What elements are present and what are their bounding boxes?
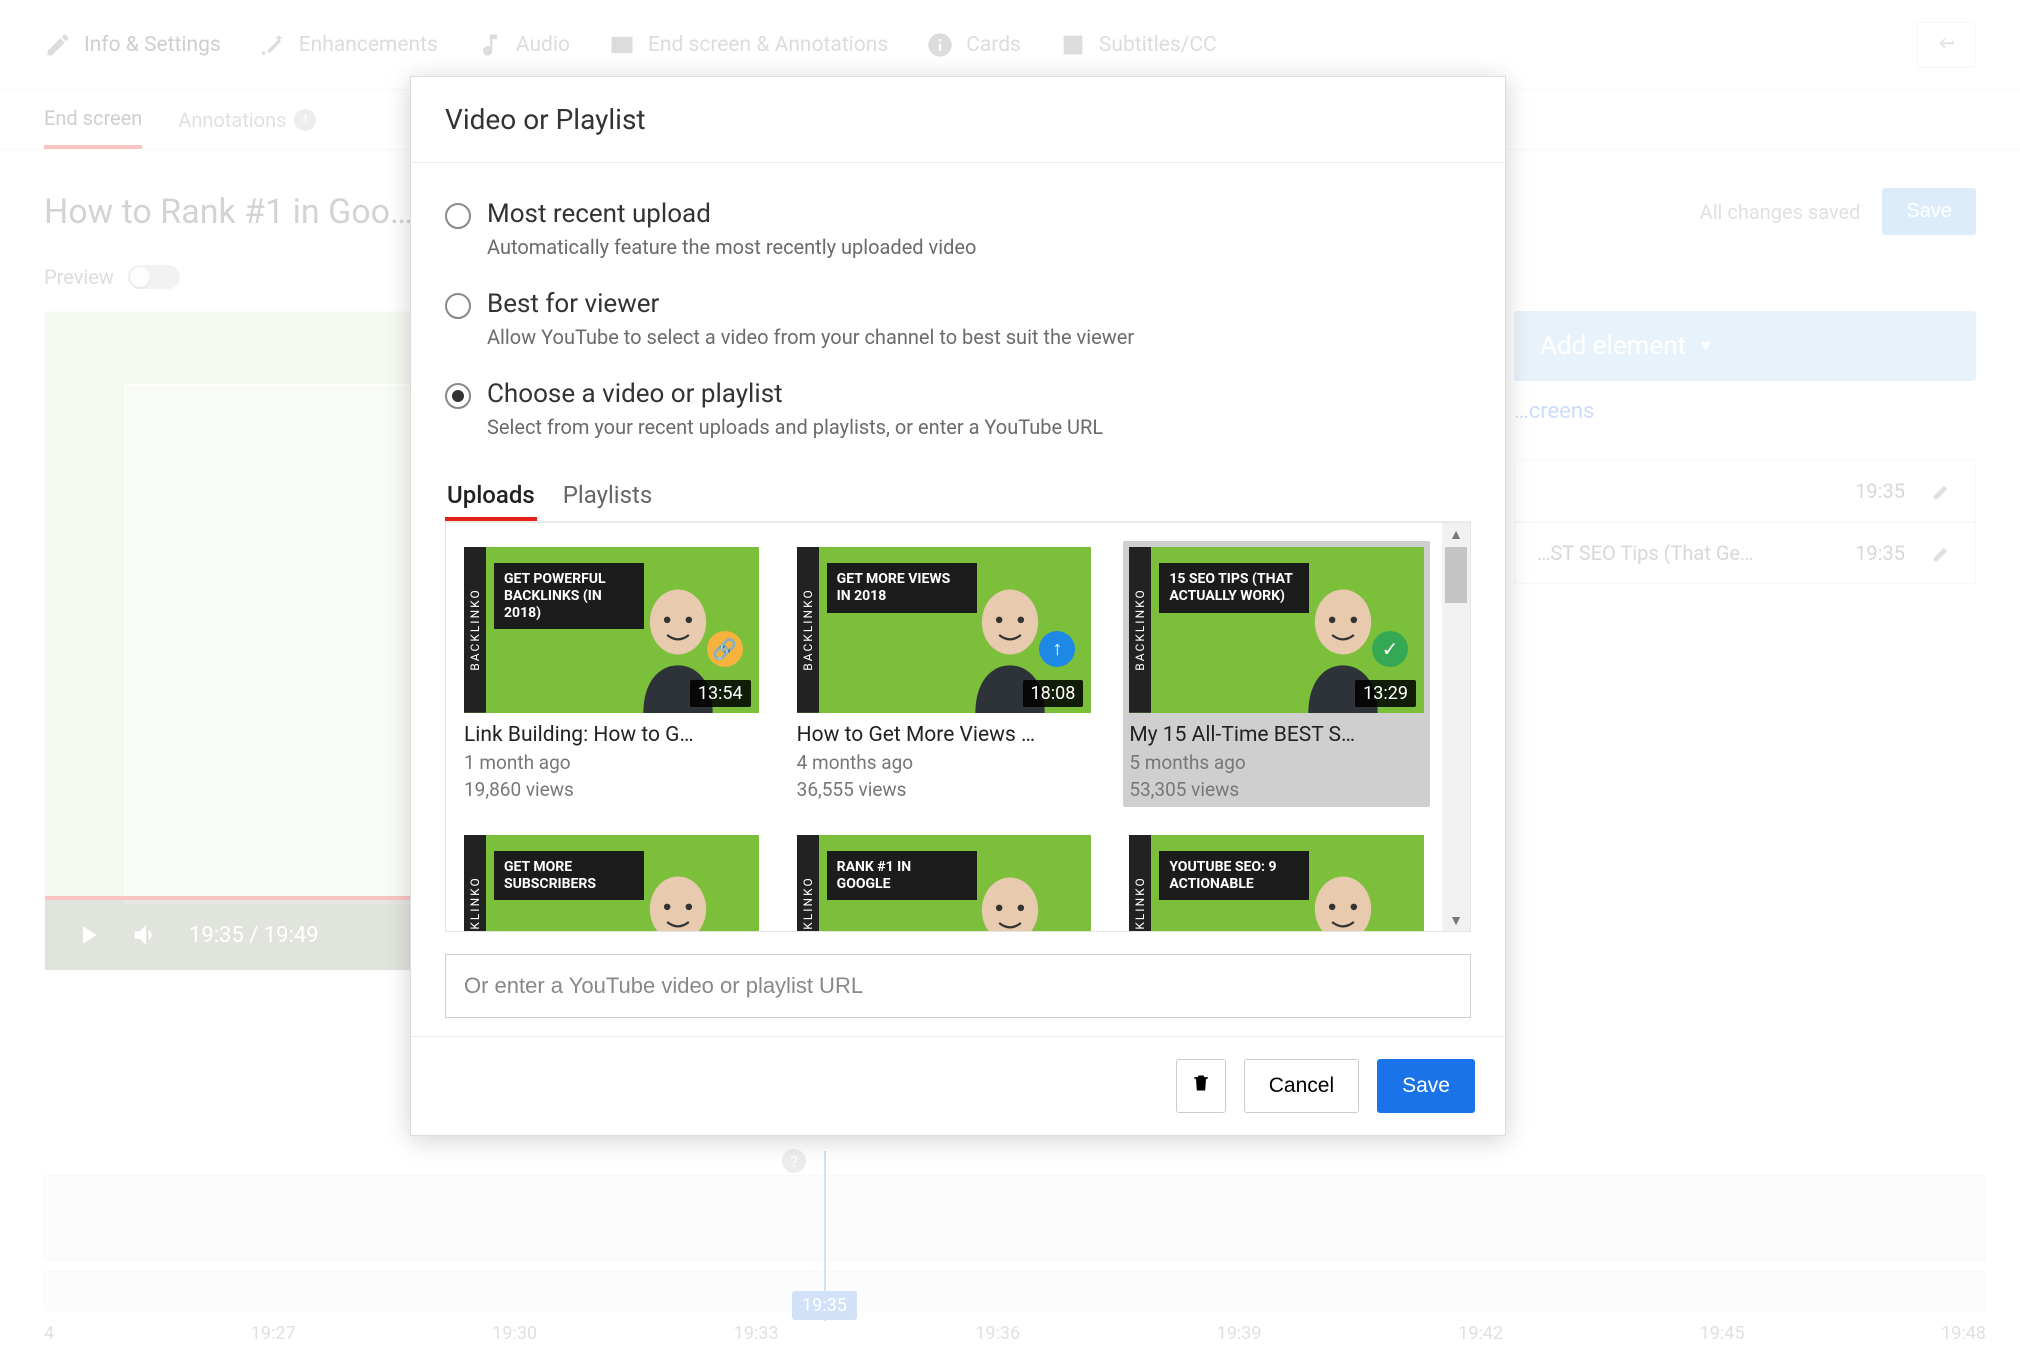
video-title: Link Building: How to G… — [464, 723, 759, 747]
video-views: 53,305 views — [1129, 778, 1424, 801]
video-title: My 15 All-Time BEST S… — [1129, 723, 1424, 747]
thumb-plaque-text: RANK #1 IN GOOGLE — [827, 851, 977, 901]
brand-stripe: BACKLINKO — [797, 835, 819, 931]
video-grid[interactable]: BACKLINKO GET POWERFUL BACKLINKS (IN 2018… — [446, 523, 1440, 931]
video-thumbnail: BACKLINKO GET MORE SUBSCRIBERS — [464, 835, 759, 931]
video-thumbnail: BACKLINKO YOUTUBE SEO: 9 ACTIONABLE — [1129, 835, 1424, 931]
option-subtitle: Automatically feature the most recently … — [487, 235, 976, 259]
brand-stripe: BACKLINKO — [797, 547, 819, 713]
modal-title: Video or Playlist — [411, 77, 1505, 163]
cancel-button[interactable]: Cancel — [1244, 1059, 1359, 1113]
radio-icon[interactable] — [445, 383, 471, 409]
modal-tab-playlists[interactable]: Playlists — [561, 473, 655, 521]
option-best-for-viewer[interactable]: Best for viewer Allow YouTube to select … — [445, 279, 1471, 369]
video-age: 1 month ago — [464, 751, 759, 774]
thumb-badge-icon: ↑ — [1039, 631, 1075, 667]
video-age: 5 months ago — [1129, 751, 1424, 774]
video-card[interactable]: BACKLINKO GET MORE VIEWS IN 2018 ↑ 18:08 How… — [791, 541, 1098, 807]
thumb-plaque-text: GET MORE VIEWS IN 2018 — [827, 563, 977, 613]
person-illustration — [955, 871, 1065, 932]
modal-footer: Cancel Save — [411, 1036, 1505, 1135]
video-card[interactable]: BACKLINKO GET MORE SUBSCRIBERS — [458, 829, 765, 931]
video-card[interactable]: BACKLINKO RANK #1 IN GOOGLE — [791, 829, 1098, 931]
brand-stripe: BACKLINKO — [1129, 835, 1151, 931]
video-age: 4 months ago — [797, 751, 1092, 774]
video-playlist-modal: Video or Playlist Most recent upload Aut… — [410, 76, 1506, 1136]
video-thumbnail: BACKLINKO 15 SEO TIPS (THAT ACTUALLY WORK… — [1129, 547, 1424, 713]
url-input[interactable] — [445, 954, 1471, 1018]
video-card[interactable]: BACKLINKO YOUTUBE SEO: 9 ACTIONABLE — [1123, 829, 1430, 931]
brand-stripe: BACKLINKO — [464, 547, 486, 713]
scroll-thumb[interactable] — [1445, 547, 1467, 603]
option-most-recent[interactable]: Most recent upload Automatically feature… — [445, 189, 1471, 279]
option-choose-video[interactable]: Choose a video or playlist Select from y… — [445, 369, 1471, 459]
option-title: Choose a video or playlist — [487, 379, 1103, 409]
thumb-badge-icon: ✓ — [1372, 631, 1408, 667]
thumb-plaque-text: GET MORE SUBSCRIBERS — [494, 851, 644, 901]
modal-tabs: Uploads Playlists — [445, 473, 1471, 522]
video-card[interactable]: BACKLINKO 15 SEO TIPS (THAT ACTUALLY WORK… — [1123, 541, 1430, 807]
modal-tab-uploads[interactable]: Uploads — [445, 473, 537, 521]
video-thumbnail: BACKLINKO RANK #1 IN GOOGLE — [797, 835, 1092, 931]
duration-badge: 18:08 — [1023, 680, 1084, 707]
video-title: How to Get More Views … — [797, 723, 1092, 747]
scroll-down-icon[interactable]: ▼ — [1442, 909, 1470, 931]
scroll-up-icon[interactable]: ▲ — [1442, 523, 1470, 545]
thumb-plaque-text: YOUTUBE SEO: 9 ACTIONABLE — [1159, 851, 1309, 901]
delete-button[interactable] — [1176, 1059, 1226, 1113]
duration-badge: 13:54 — [690, 680, 751, 707]
video-thumbnail: BACKLINKO GET MORE VIEWS IN 2018 ↑ 18:08 — [797, 547, 1092, 713]
video-grid-container: BACKLINKO GET POWERFUL BACKLINKS (IN 2018… — [445, 522, 1471, 932]
person-illustration — [623, 870, 733, 931]
thumb-plaque-text: 15 SEO TIPS (THAT ACTUALLY WORK) — [1159, 563, 1309, 613]
option-title: Most recent upload — [487, 199, 976, 229]
radio-icon[interactable] — [445, 203, 471, 229]
thumb-plaque-text: GET POWERFUL BACKLINKS (IN 2018) — [494, 563, 644, 629]
duration-badge: 13:29 — [1355, 680, 1416, 707]
thumb-badge-icon: 🔗 — [707, 631, 743, 667]
scrollbar[interactable]: ▲ ▼ — [1442, 523, 1470, 931]
save-button[interactable]: Save — [1377, 1059, 1475, 1113]
trash-icon — [1191, 1072, 1211, 1094]
option-title: Best for viewer — [487, 289, 1134, 319]
video-thumbnail: BACKLINKO GET POWERFUL BACKLINKS (IN 2018… — [464, 547, 759, 713]
radio-icon[interactable] — [445, 293, 471, 319]
person-illustration — [1288, 870, 1398, 931]
option-subtitle: Select from your recent uploads and play… — [487, 415, 1103, 439]
brand-stripe: BACKLINKO — [464, 835, 486, 931]
video-views: 19,860 views — [464, 778, 759, 801]
url-input-row — [445, 954, 1471, 1018]
video-views: 36,555 views — [797, 778, 1092, 801]
video-card[interactable]: BACKLINKO GET POWERFUL BACKLINKS (IN 2018… — [458, 541, 765, 807]
option-subtitle: Allow YouTube to select a video from you… — [487, 325, 1134, 349]
brand-stripe: BACKLINKO — [1129, 547, 1151, 713]
